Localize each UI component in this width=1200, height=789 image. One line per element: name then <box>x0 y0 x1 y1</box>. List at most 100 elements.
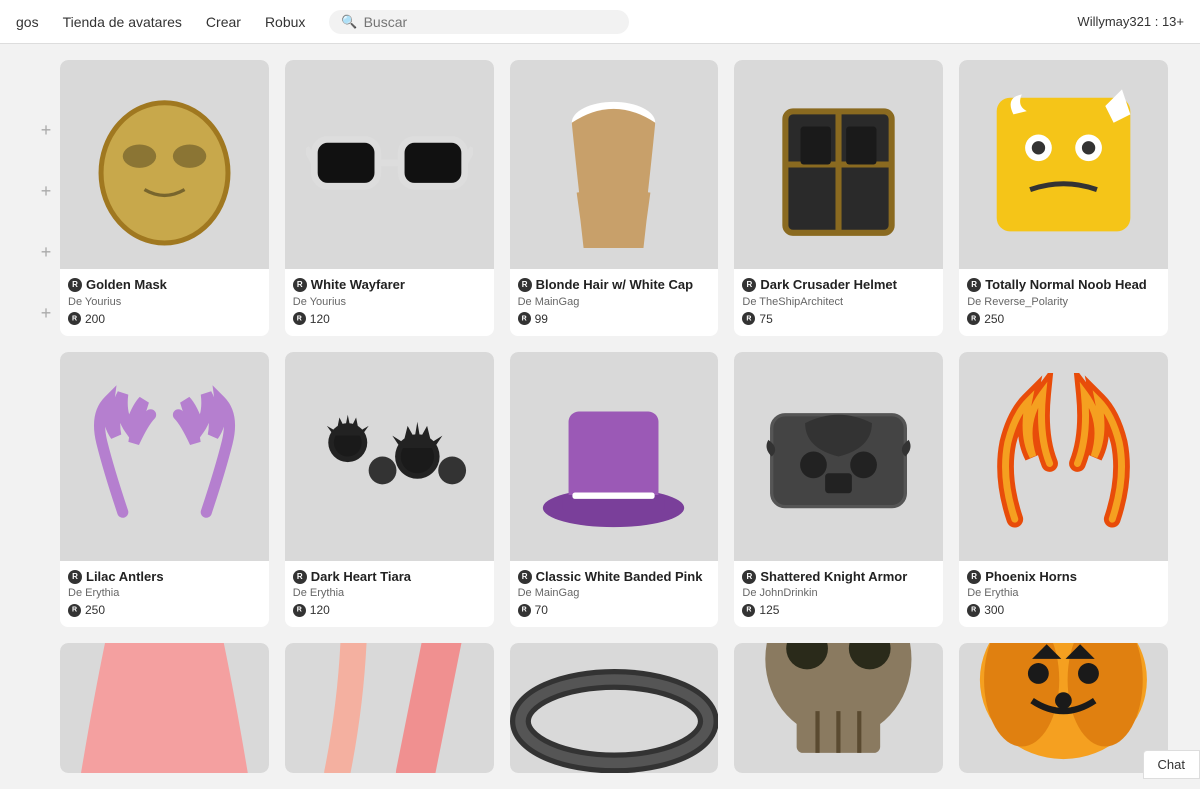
search-input[interactable] <box>364 14 618 30</box>
item-price-white-wayfarer: 120 <box>293 312 486 326</box>
product-card-dark-crusader[interactable]: Dark Crusader Helmet De TheShipArchitect… <box>734 60 943 336</box>
item-image-shattered-knight <box>734 352 943 561</box>
content-area: + + + + Golden Mask De Yourius <box>0 44 1200 789</box>
partial-image <box>285 643 494 773</box>
partial-image <box>959 643 1168 773</box>
sidebar-icon-1[interactable]: + <box>41 120 52 141</box>
item-price-phoenix-horns: 300 <box>967 603 1160 617</box>
product-card-golden-mask[interactable]: Golden Mask De Yourius 200 <box>60 60 269 336</box>
item-name-white-wayfarer: White Wayfarer <box>293 277 486 294</box>
robux-coin-icon <box>293 604 306 617</box>
robux-badge-icon <box>518 570 532 584</box>
item-creator-lilac-antlers: De Erythia <box>68 587 261 599</box>
item-creator-golden-mask: De Yourius <box>68 296 261 308</box>
robux-coin-icon <box>967 312 980 325</box>
robux-coin-icon <box>68 312 81 325</box>
item-name-golden-mask: Golden Mask <box>68 277 261 294</box>
item-price-dark-heart-tiara: 120 <box>293 603 486 617</box>
item-info-lilac-antlers: Lilac Antlers De Erythia 250 <box>60 561 269 628</box>
product-card-lilac-antlers[interactable]: Lilac Antlers De Erythia 250 <box>60 352 269 628</box>
item-image-banded-pink <box>510 352 719 561</box>
robux-badge-icon <box>68 570 82 584</box>
item-price-dark-crusader: 75 <box>742 312 935 326</box>
navbar: gos Tienda de avatares Crear Robux 🔍 Wil… <box>0 0 1200 44</box>
item-name-lilac-antlers: Lilac Antlers <box>68 569 261 586</box>
robux-badge-icon <box>518 278 532 292</box>
robux-coin-icon <box>518 312 531 325</box>
item-name-banded-pink: Classic White Banded Pink <box>518 569 711 586</box>
product-card-white-wayfarer[interactable]: White Wayfarer De Yourius 120 <box>285 60 494 336</box>
robux-coin-icon <box>742 604 755 617</box>
item-creator-dark-heart-tiara: De Erythia <box>293 587 486 599</box>
chat-button[interactable]: Chat <box>1143 750 1200 779</box>
item-price-golden-mask: 200 <box>68 312 261 326</box>
item-creator-phoenix-horns: De Erythia <box>967 587 1160 599</box>
sidebar-icon-3[interactable]: + <box>41 242 52 263</box>
item-image-golden-mask <box>60 60 269 269</box>
item-image-lilac-antlers <box>60 352 269 561</box>
robux-coin-icon <box>293 312 306 325</box>
product-card-blonde-hair[interactable]: Blonde Hair w/ White Cap De MainGag 99 <box>510 60 719 336</box>
item-info-banded-pink: Classic White Banded Pink De MainGag 70 <box>510 561 719 628</box>
robux-badge-icon <box>967 278 981 292</box>
item-info-dark-heart-tiara: Dark Heart Tiara De Erythia 120 <box>285 561 494 628</box>
item-creator-dark-crusader: De TheShipArchitect <box>742 296 935 308</box>
item-info-dark-crusader: Dark Crusader Helmet De TheShipArchitect… <box>734 269 943 336</box>
item-creator-white-wayfarer: De Yourius <box>293 296 486 308</box>
robux-badge-icon <box>742 278 756 292</box>
item-name-blonde-hair: Blonde Hair w/ White Cap <box>518 277 711 294</box>
robux-badge-icon <box>742 570 756 584</box>
product-card-banded-pink[interactable]: Classic White Banded Pink De MainGag 70 <box>510 352 719 628</box>
product-card-dark-heart-tiara[interactable]: Dark Heart Tiara De Erythia 120 <box>285 352 494 628</box>
product-card-shattered-knight[interactable]: Shattered Knight Armor De JohnDrinkin 12… <box>734 352 943 628</box>
item-price-banded-pink: 70 <box>518 603 711 617</box>
item-info-blonde-hair: Blonde Hair w/ White Cap De MainGag 99 <box>510 269 719 336</box>
item-info-golden-mask: Golden Mask De Yourius 200 <box>60 269 269 336</box>
sidebar-icon-2[interactable]: + <box>41 181 52 202</box>
robux-badge-icon <box>293 570 307 584</box>
item-name-phoenix-horns: Phoenix Horns <box>967 569 1160 586</box>
item-price-shattered-knight: 125 <box>742 603 935 617</box>
product-card-partial2[interactable] <box>285 643 494 773</box>
nav-item-robux[interactable]: Robux <box>265 14 305 30</box>
robux-badge-icon <box>967 570 981 584</box>
partial-image <box>510 643 719 773</box>
robux-badge-icon <box>293 278 307 292</box>
item-creator-noob-head: De Reverse_Polarity <box>967 296 1160 308</box>
robux-coin-icon <box>518 604 531 617</box>
user-info: Willymay321 : 13+ <box>1077 14 1184 29</box>
item-info-shattered-knight: Shattered Knight Armor De JohnDrinkin 12… <box>734 561 943 628</box>
item-info-phoenix-horns: Phoenix Horns De Erythia 300 <box>959 561 1168 628</box>
search-bar: 🔍 <box>329 10 629 34</box>
item-name-noob-head: Totally Normal Noob Head <box>967 277 1160 294</box>
robux-coin-icon <box>967 604 980 617</box>
product-card-partial1[interactable] <box>60 643 269 773</box>
product-card-noob-head[interactable]: Totally Normal Noob Head De Reverse_Pola… <box>959 60 1168 336</box>
robux-coin-icon <box>742 312 755 325</box>
nav-item-gos[interactable]: gos <box>16 14 39 30</box>
search-icon: 🔍 <box>341 14 357 30</box>
item-image-noob-head <box>959 60 1168 269</box>
nav-item-tienda[interactable]: Tienda de avatares <box>63 14 182 30</box>
item-image-dark-heart-tiara <box>285 352 494 561</box>
product-grid: Golden Mask De Yourius 200 <box>60 60 1168 773</box>
product-card-partial3[interactable] <box>510 643 719 773</box>
robux-badge-icon <box>68 278 82 292</box>
item-image-dark-crusader <box>734 60 943 269</box>
product-card-partial5[interactable] <box>959 643 1168 773</box>
nav-item-crear[interactable]: Crear <box>206 14 241 30</box>
left-sidebar: + + + + <box>32 60 60 773</box>
item-name-dark-heart-tiara: Dark Heart Tiara <box>293 569 486 586</box>
sidebar-icon-4[interactable]: + <box>41 303 52 324</box>
product-card-phoenix-horns[interactable]: Phoenix Horns De Erythia 300 <box>959 352 1168 628</box>
item-name-shattered-knight: Shattered Knight Armor <box>742 569 935 586</box>
item-price-noob-head: 250 <box>967 312 1160 326</box>
robux-coin-icon <box>68 604 81 617</box>
item-info-white-wayfarer: White Wayfarer De Yourius 120 <box>285 269 494 336</box>
partial-image <box>734 643 943 773</box>
item-image-white-wayfarer <box>285 60 494 269</box>
item-price-lilac-antlers: 250 <box>68 603 261 617</box>
item-image-blonde-hair <box>510 60 719 269</box>
product-card-partial4[interactable] <box>734 643 943 773</box>
item-info-noob-head: Totally Normal Noob Head De Reverse_Pola… <box>959 269 1168 336</box>
